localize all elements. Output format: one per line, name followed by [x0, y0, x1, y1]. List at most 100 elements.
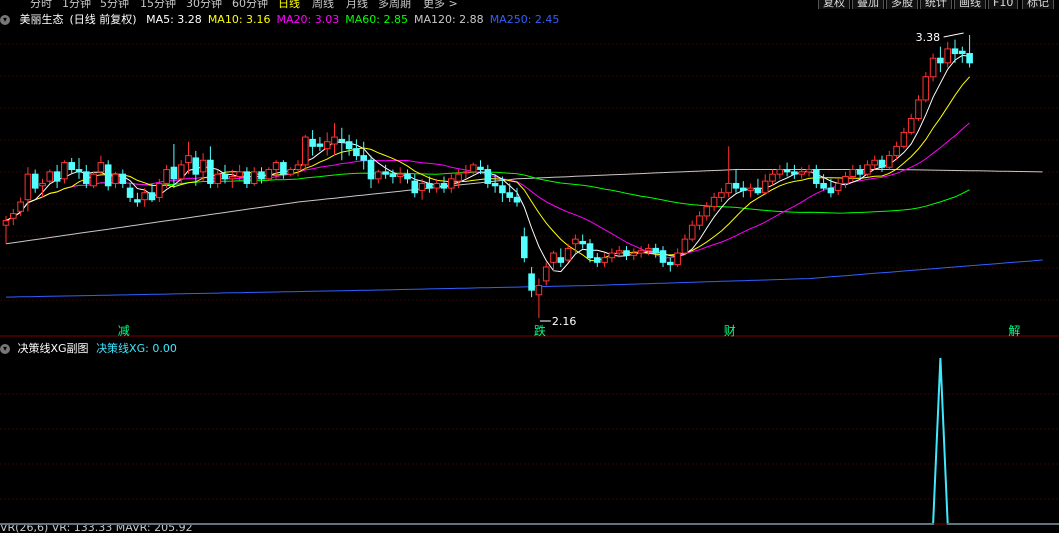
candle[interactable]	[506, 183, 513, 203]
indicator-chart[interactable]	[0, 354, 1059, 525]
indicator-options-icon[interactable]: ▾	[0, 344, 10, 354]
candle[interactable]	[104, 160, 112, 191]
candle[interactable]	[229, 169, 236, 189]
candle[interactable]	[667, 257, 674, 272]
candle[interactable]	[250, 167, 258, 186]
candle[interactable]	[302, 134, 309, 170]
candle[interactable]	[148, 183, 156, 203]
candle[interactable]	[375, 169, 382, 184]
candle[interactable]	[75, 157, 83, 179]
candle[interactable]	[214, 169, 221, 189]
candle[interactable]	[185, 141, 192, 175]
candle[interactable]	[134, 192, 141, 207]
candle[interactable]	[484, 164, 492, 189]
candle[interactable]	[688, 220, 696, 242]
candle[interactable]	[740, 181, 747, 198]
candle[interactable]	[594, 253, 601, 267]
candle[interactable]	[966, 35, 973, 68]
candle[interactable]	[331, 123, 338, 156]
candle[interactable]	[886, 150, 893, 170]
candle[interactable]	[367, 155, 375, 189]
candle[interactable]	[345, 134, 353, 156]
candle[interactable]	[309, 130, 316, 156]
candle[interactable]	[732, 169, 740, 193]
candlestick-chart[interactable]: 3.38 2.16 减 跌 财 解	[0, 0, 1059, 340]
candle[interactable]	[31, 169, 39, 193]
candle[interactable]	[871, 155, 879, 170]
candle[interactable]	[207, 146, 214, 189]
candle[interactable]	[126, 183, 134, 203]
candle[interactable]	[776, 164, 784, 179]
candle[interactable]	[316, 137, 324, 151]
candle[interactable]	[572, 234, 579, 254]
candle[interactable]	[287, 167, 294, 177]
candle[interactable]	[959, 46, 966, 63]
candle[interactable]	[265, 167, 273, 182]
candle[interactable]	[703, 202, 711, 221]
candle[interactable]	[360, 141, 367, 170]
candle[interactable]	[849, 164, 857, 182]
candle[interactable]	[396, 167, 404, 184]
candle[interactable]	[535, 278, 543, 318]
candle[interactable]	[944, 41, 952, 68]
candle[interactable]	[718, 188, 725, 203]
candle[interactable]	[557, 248, 565, 267]
candle[interactable]	[579, 234, 587, 249]
candle[interactable]	[754, 178, 762, 196]
candle[interactable]	[112, 171, 119, 189]
candle[interactable]	[521, 227, 528, 263]
candle[interactable]	[97, 155, 105, 175]
candle[interactable]	[805, 164, 813, 177]
candle[interactable]	[915, 95, 922, 121]
candle[interactable]	[528, 266, 535, 298]
candle[interactable]	[623, 246, 630, 261]
candle[interactable]	[856, 164, 864, 179]
candle[interactable]	[681, 234, 689, 256]
low-price-label: 2.16	[552, 315, 577, 328]
candle[interactable]	[601, 253, 608, 267]
candle[interactable]	[630, 248, 638, 261]
candle[interactable]	[608, 248, 616, 263]
candle[interactable]	[791, 164, 798, 179]
event-marker[interactable]: 解	[1008, 324, 1020, 338]
candle[interactable]	[462, 164, 470, 179]
candle[interactable]	[696, 211, 703, 230]
candle[interactable]	[338, 127, 346, 161]
candle[interactable]	[900, 127, 908, 149]
candle[interactable]	[922, 72, 930, 103]
candle[interactable]	[53, 164, 61, 189]
candle[interactable]	[747, 183, 754, 198]
candle[interactable]	[542, 262, 550, 286]
candle[interactable]	[725, 146, 733, 198]
candle[interactable]	[61, 160, 68, 184]
candle[interactable]	[674, 248, 681, 267]
candle[interactable]	[243, 167, 251, 189]
candle[interactable]	[294, 160, 302, 177]
candle[interactable]	[864, 160, 871, 177]
candle[interactable]	[783, 162, 791, 177]
candle[interactable]	[10, 208, 17, 226]
candle[interactable]	[813, 164, 820, 189]
event-marker[interactable]: 财	[724, 324, 736, 338]
candle[interactable]	[769, 169, 776, 186]
candle[interactable]	[710, 192, 718, 212]
candle[interactable]	[842, 171, 849, 189]
candle[interactable]	[834, 178, 842, 196]
candle[interactable]	[199, 153, 207, 182]
candle[interactable]	[46, 169, 54, 184]
candle[interactable]	[659, 246, 667, 267]
candle[interactable]	[323, 132, 331, 156]
candle[interactable]	[907, 113, 915, 135]
candle[interactable]	[448, 174, 455, 193]
candle[interactable]	[353, 139, 360, 161]
candle[interactable]	[2, 215, 10, 244]
candle[interactable]	[798, 167, 806, 179]
candle[interactable]	[90, 171, 97, 189]
candle[interactable]	[170, 144, 178, 189]
candle[interactable]	[761, 174, 769, 196]
candle[interactable]	[937, 46, 944, 73]
event-marker[interactable]: 减	[118, 324, 130, 338]
candle[interactable]	[440, 176, 448, 193]
candle[interactable]	[929, 53, 937, 82]
event-marker[interactable]: 跌	[534, 323, 546, 338]
